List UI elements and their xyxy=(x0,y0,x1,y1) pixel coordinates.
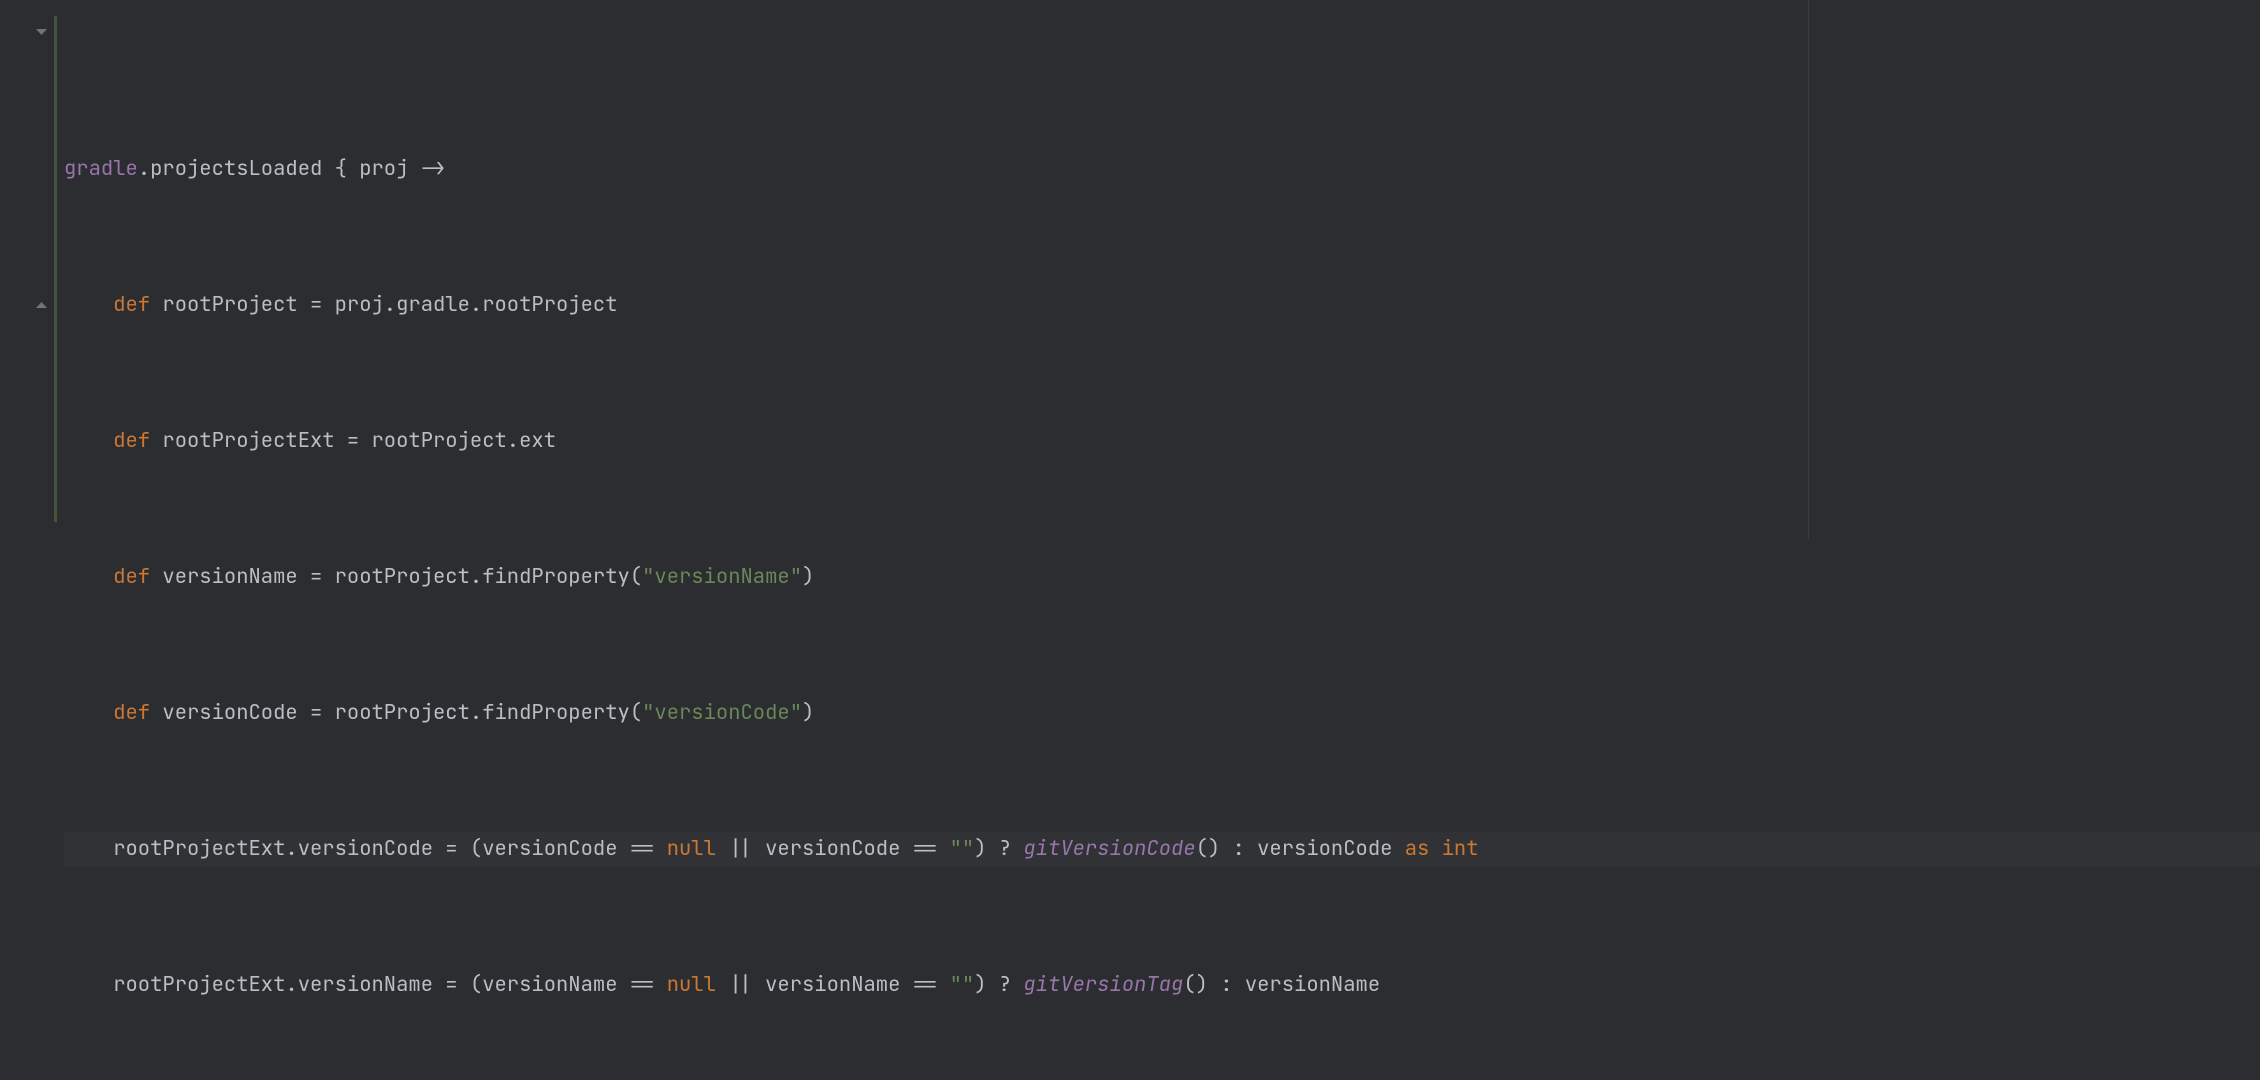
token-string: "versionName" xyxy=(642,563,802,590)
token-text: () : versionName xyxy=(1183,971,1380,998)
code-line: rootProjectExt.versionCode = (versionCod… xyxy=(64,832,2260,866)
code-line: def rootProject = proj.gradle.rootProjec… xyxy=(64,288,2260,322)
token-keyword: def xyxy=(113,427,150,454)
token-text: ) ? xyxy=(974,835,1023,862)
closure-start-icon[interactable] xyxy=(34,25,48,39)
token-function: gitVersionTag xyxy=(1023,971,1183,998)
token-string: "versionCode" xyxy=(642,699,802,726)
token-keyword: def xyxy=(113,699,150,726)
token-string: "" xyxy=(950,971,975,998)
token-text: rootProjectExt = rootProject.ext xyxy=(150,427,556,454)
code-line: gradle.projectsLoaded { proj -> xyxy=(64,152,2260,186)
token-text: rootProject = proj.gradle.rootProject xyxy=(150,291,617,318)
token-text: ) xyxy=(802,699,814,726)
code-line: rootProjectExt.versionName = (versionNam… xyxy=(64,968,2260,1002)
token-keyword: as int xyxy=(1405,835,1479,862)
token-keyword: def xyxy=(113,563,150,590)
token-text: rootProjectExt.versionCode = (versionCod… xyxy=(113,835,667,862)
code-line: def versionName = rootProject.findProper… xyxy=(64,560,2260,594)
token-string: "" xyxy=(950,835,975,862)
editor-gutter xyxy=(0,0,58,540)
closure-end-icon[interactable] xyxy=(34,297,48,311)
token-text: .projectsLoaded { proj -> xyxy=(138,155,446,182)
token-text: () : versionCode xyxy=(1196,835,1405,862)
token-text: ) xyxy=(802,563,814,590)
code-editor[interactable]: gradle.projectsLoaded { proj -> def root… xyxy=(0,0,2260,540)
token-text: || versionName == xyxy=(716,971,950,998)
token-text: || versionCode == xyxy=(716,835,950,862)
token-function: gitVersionCode xyxy=(1023,835,1195,862)
right-margin-ruler xyxy=(1808,0,1809,540)
token-text: versionName = rootProject.findProperty( xyxy=(150,563,642,590)
code-content[interactable]: gradle.projectsLoaded { proj -> def root… xyxy=(58,0,2260,540)
token-text: versionCode = rootProject.findProperty( xyxy=(150,699,642,726)
code-line: def rootProjectExt = rootProject.ext xyxy=(64,424,2260,458)
token-text: rootProjectExt.versionName = (versionNam… xyxy=(113,971,667,998)
token-text: ) ? xyxy=(974,971,1023,998)
token-keyword: def xyxy=(113,291,150,318)
scope-indicator xyxy=(54,16,57,522)
token-keyword: null xyxy=(667,835,716,862)
token-keyword: null xyxy=(667,971,716,998)
code-line: def versionCode = rootProject.findProper… xyxy=(64,696,2260,730)
token-identifier: gradle xyxy=(64,155,138,182)
